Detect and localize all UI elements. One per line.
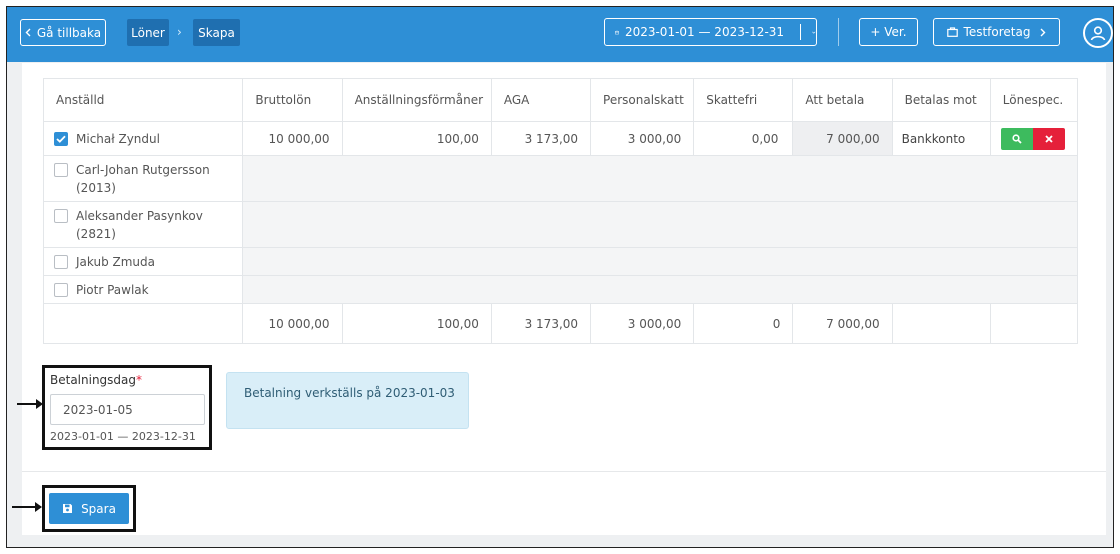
total-empty-cell xyxy=(989,303,1079,344)
employee-name: Michał Zyndul xyxy=(76,131,160,146)
checkmark-icon xyxy=(56,135,66,143)
payment-info-box: Betalning verkställs på 2023-01-03 xyxy=(226,372,469,429)
back-button[interactable]: Gå tillbaka xyxy=(20,19,106,46)
breadcrumb-loner-label: Löner xyxy=(131,25,165,40)
company-selector-button[interactable]: Testforetag xyxy=(933,18,1060,46)
required-marker: * xyxy=(136,373,143,387)
employee-cell: Carl-Johan Rutgersson (2013) xyxy=(42,155,244,202)
formaner-cell[interactable]: 100,00 xyxy=(341,121,492,156)
employee-checkbox[interactable] xyxy=(54,282,68,297)
table-row: Jakub Zmuda xyxy=(42,247,1078,276)
total-empty-cell xyxy=(891,303,991,344)
total-bruttolon: 10 000,00 xyxy=(242,303,343,344)
column-header-aga[interactable]: AGA xyxy=(490,78,592,122)
top-bar: Gå tillbaka Löner › Skapa 2023-01-01 — 2… xyxy=(7,7,1113,62)
remove-row-button[interactable] xyxy=(1032,127,1065,150)
company-name: Testforetag xyxy=(963,25,1031,39)
betalas-mot-cell: Bankkonto xyxy=(891,121,991,156)
employee-checkbox[interactable] xyxy=(54,208,68,223)
total-personalskatt: 3 000,00 xyxy=(590,303,695,344)
date-range-text: 2023-01-01 — 2023-12-31 xyxy=(624,25,785,39)
empty-row-cells xyxy=(242,247,1078,276)
total-skattefri: 0 xyxy=(693,303,794,344)
payment-date-label-text: Betalningsdag xyxy=(50,373,137,387)
table-header-row: Anställd Bruttolön Anställningsförmåner … xyxy=(42,78,1079,122)
back-button-label: Gå tillbaka xyxy=(36,25,102,40)
calendar-icon xyxy=(615,30,619,34)
employee-checkbox[interactable] xyxy=(54,254,68,269)
column-header-lonespec[interactable]: Lönespec. xyxy=(989,78,1079,122)
personalskatt-cell[interactable]: 3 000,00 xyxy=(590,121,695,156)
column-header-personalskatt[interactable]: Personalskatt xyxy=(590,78,695,122)
salary-table: Anställd Bruttolön Anställningsförmåner … xyxy=(42,78,1079,344)
skattefri-input[interactable]: 0,00 xyxy=(693,121,794,156)
empty-row-cells xyxy=(242,275,1078,304)
save-button[interactable]: Spara xyxy=(49,493,129,524)
total-aga: 3 173,00 xyxy=(490,303,592,344)
breadcrumb-skapa-label: Skapa xyxy=(198,25,235,40)
table-row: Michał Zyndul 10 000,00 100,00 3 173,00 … xyxy=(42,121,1079,156)
new-verification-label: + Ver. xyxy=(870,25,907,39)
payment-date-range-hint: 2023-01-01 — 2023-12-31 xyxy=(50,430,196,443)
new-verification-button[interactable]: + Ver. xyxy=(859,18,918,46)
lonespec-actions xyxy=(989,121,1079,156)
footer-divider xyxy=(22,471,1106,472)
preview-payslip-button[interactable] xyxy=(1000,127,1033,150)
breadcrumb-skapa[interactable]: Skapa xyxy=(193,19,240,46)
att-betala-cell: 7 000,00 xyxy=(792,121,893,156)
payment-date-label: Betalningsdag* xyxy=(50,373,142,387)
employee-cell: Michał Zyndul xyxy=(42,121,244,156)
close-icon xyxy=(1045,134,1053,143)
arrow-to-save xyxy=(12,502,42,512)
employee-checkbox[interactable] xyxy=(54,131,68,146)
save-button-label: Spara xyxy=(81,501,116,516)
employee-checkbox[interactable] xyxy=(54,162,68,177)
topbar-divider xyxy=(838,18,839,46)
employee-cell: Piotr Pawlak xyxy=(42,275,244,304)
aga-cell[interactable]: 3 173,00 xyxy=(490,121,592,156)
totals-row: 10 000,00 100,00 3 173,00 3 000,00 0 7 0… xyxy=(42,303,1079,344)
employee-name: Piotr Pawlak xyxy=(76,282,149,297)
column-header-att-betala[interactable]: Att betala xyxy=(792,78,893,122)
totals-label-cell xyxy=(42,303,244,344)
employee-cell: Aleksander Pasynkov (2821) xyxy=(42,201,244,248)
column-header-betalas-mot[interactable]: Betalas mot xyxy=(891,78,991,122)
column-header-anstalld[interactable]: Anställd xyxy=(42,78,244,122)
breadcrumb-separator-icon: › xyxy=(177,25,182,39)
employee-name: Aleksander Pasynkov (2821) xyxy=(76,208,203,241)
employee-name: Carl-Johan Rutgersson (2013) xyxy=(76,162,210,195)
employee-cell: Jakub Zmuda xyxy=(42,247,244,276)
user-avatar-icon xyxy=(1090,26,1106,41)
breadcrumb-loner[interactable]: Löner xyxy=(127,19,169,46)
floppy-disk-icon xyxy=(63,504,73,513)
employee-name: Jakub Zmuda xyxy=(76,254,155,269)
table-row: Piotr Pawlak xyxy=(42,275,1078,304)
empty-row-cells xyxy=(242,201,1078,248)
user-avatar-button[interactable] xyxy=(1083,18,1113,48)
column-header-skattefri[interactable]: Skattefri xyxy=(693,78,794,122)
bruttolon-cell[interactable]: 10 000,00 xyxy=(242,121,343,156)
column-header-bruttolon[interactable]: Bruttolön xyxy=(242,78,343,122)
total-att-betala: 7 000,00 xyxy=(792,303,893,344)
chevron-down-icon[interactable] xyxy=(812,29,816,36)
column-header-formaner[interactable]: Anställningsförmåner xyxy=(341,78,492,122)
chevron-left-icon xyxy=(25,28,31,37)
empty-row-cells xyxy=(242,155,1078,202)
date-range-selector[interactable]: 2023-01-01 — 2023-12-31 xyxy=(604,18,817,46)
search-icon xyxy=(1012,133,1022,144)
briefcase-icon xyxy=(946,27,958,37)
chevron-right-icon xyxy=(1040,28,1046,36)
table-row: Carl-Johan Rutgersson (2013) xyxy=(42,155,1078,202)
payment-date-input[interactable] xyxy=(50,394,205,425)
arrow-to-payment-date xyxy=(17,399,43,409)
total-formaner: 100,00 xyxy=(341,303,492,344)
table-row: Aleksander Pasynkov (2821) xyxy=(42,201,1078,248)
